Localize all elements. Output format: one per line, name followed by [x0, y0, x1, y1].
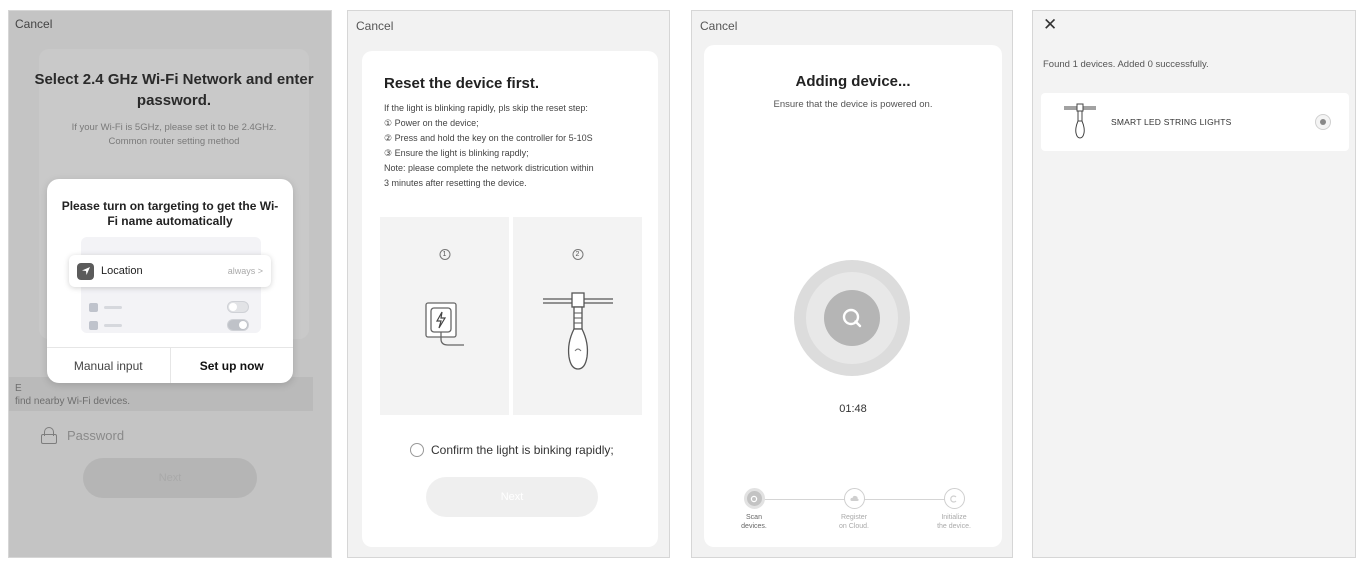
location-value: always > — [227, 266, 263, 276]
instruction-line: ① Power on the device; — [384, 118, 479, 128]
initialize-step-icon — [943, 488, 965, 509]
toggle-icon — [227, 319, 249, 331]
reset-illustration: 1 2 — [380, 217, 642, 415]
device-list-item[interactable]: SMART LED STRING LIGHTS — [1041, 93, 1349, 151]
settings-row — [89, 303, 122, 312]
radio-icon[interactable] — [410, 443, 424, 457]
hint-line: find nearby Wi-Fi devices. — [15, 396, 131, 407]
page-title: Reset the device first. — [384, 75, 540, 92]
instruction-line: 3 minutes after resetting the device. — [384, 178, 527, 188]
search-icon — [842, 308, 862, 328]
password-field[interactable]: Password — [41, 427, 124, 444]
wifi-setup-screen: Cancel Select 2.4 GHz Wi-Fi Network and … — [8, 10, 332, 558]
cancel-button[interactable]: Cancel — [15, 17, 52, 31]
countdown-timer: 01:48 — [839, 403, 867, 415]
router-setting-link[interactable]: Common router setting method — [29, 135, 319, 149]
password-input[interactable]: Password — [67, 428, 124, 443]
step-label: Scan devices. — [741, 514, 767, 530]
scanning-indicator — [794, 260, 910, 376]
step-number: 2 — [572, 249, 583, 260]
close-icon[interactable]: ✕ — [1043, 15, 1057, 35]
device-name: SMART LED STRING LIGHTS — [1111, 117, 1232, 127]
cancel-button[interactable]: Cancel — [700, 19, 737, 33]
string-light-icon — [543, 292, 613, 370]
power-on-illustration: 1 — [380, 217, 509, 415]
next-button[interactable]: Next — [426, 477, 598, 517]
string-light-illustration: 2 — [513, 217, 642, 415]
step-number: 1 — [439, 249, 450, 260]
found-status-text: Found 1 devices. Added 0 successfully. — [1043, 59, 1209, 70]
confirm-blinking-checkbox[interactable]: Confirm the light is binking rapidly; — [410, 443, 614, 457]
page-subtitle: Ensure that the device is powered on. — [773, 99, 933, 110]
settings-row — [89, 321, 122, 330]
location-arrow-icon — [77, 262, 94, 280]
lock-icon — [41, 427, 57, 444]
adding-device-screen: Cancel Adding device... Ensure that the … — [691, 10, 1013, 558]
reset-instructions: If the light is blinking rapidly, pls sk… — [384, 101, 646, 191]
page-title: Select 2.4 GHz Wi-Fi Network and enter p… — [34, 71, 314, 109]
targeting-dialog: Please turn on targeting to get the Wi-F… — [47, 179, 293, 383]
set-up-now-button[interactable]: Set up now — [171, 348, 294, 383]
step-label: Initialize the device. — [937, 514, 971, 530]
subtitle-line: If your Wi-Fi is 5GHz, please set it to … — [71, 122, 277, 133]
manual-input-button[interactable]: Manual input — [47, 348, 171, 383]
instruction-line: If the light is blinking rapidly, pls sk… — [384, 103, 588, 113]
toggle-icon — [227, 301, 249, 313]
dialog-buttons: Manual input Set up now — [47, 347, 293, 383]
location-label: Location — [101, 265, 143, 277]
progress-step-scan: Scan devices. — [724, 488, 784, 531]
reset-device-screen: Cancel Reset the device first. If the li… — [347, 10, 670, 558]
instruction-line: ② Press and hold the key on the controll… — [384, 133, 593, 143]
page-title: Adding device... — [795, 73, 911, 90]
confirm-label: Confirm the light is binking rapidly; — [431, 443, 614, 457]
location-setting-row[interactable]: Location always > — [69, 255, 271, 287]
string-light-icon — [1064, 103, 1096, 139]
content-card: Adding device... Ensure that the device … — [704, 45, 1002, 547]
step-label: Register on Cloud. — [839, 514, 869, 530]
cloud-step-icon — [843, 488, 865, 509]
adding-status-icon — [1315, 114, 1331, 130]
scan-step-icon — [743, 488, 765, 509]
instruction-line: Note: please complete the network distri… — [384, 163, 594, 173]
hint-line: E — [15, 383, 22, 394]
content-card: Reset the device first. If the light is … — [362, 51, 658, 547]
dialog-title: Please turn on targeting to get the Wi-F… — [61, 199, 279, 228]
progress-step-initialize: Initialize the device. — [924, 488, 984, 531]
plug-icon — [425, 302, 464, 346]
next-button[interactable]: Next — [83, 458, 257, 498]
cancel-button[interactable]: Cancel — [356, 19, 393, 33]
page-subtitle: If your Wi-Fi is 5GHz, please set it to … — [29, 121, 319, 149]
progress-step-register: Register on Cloud. — [824, 488, 884, 531]
instruction-line: ③ Ensure the light is blinking rapdly; — [384, 148, 529, 158]
device-found-screen: ✕ Found 1 devices. Added 0 successfully.… — [1032, 10, 1356, 558]
